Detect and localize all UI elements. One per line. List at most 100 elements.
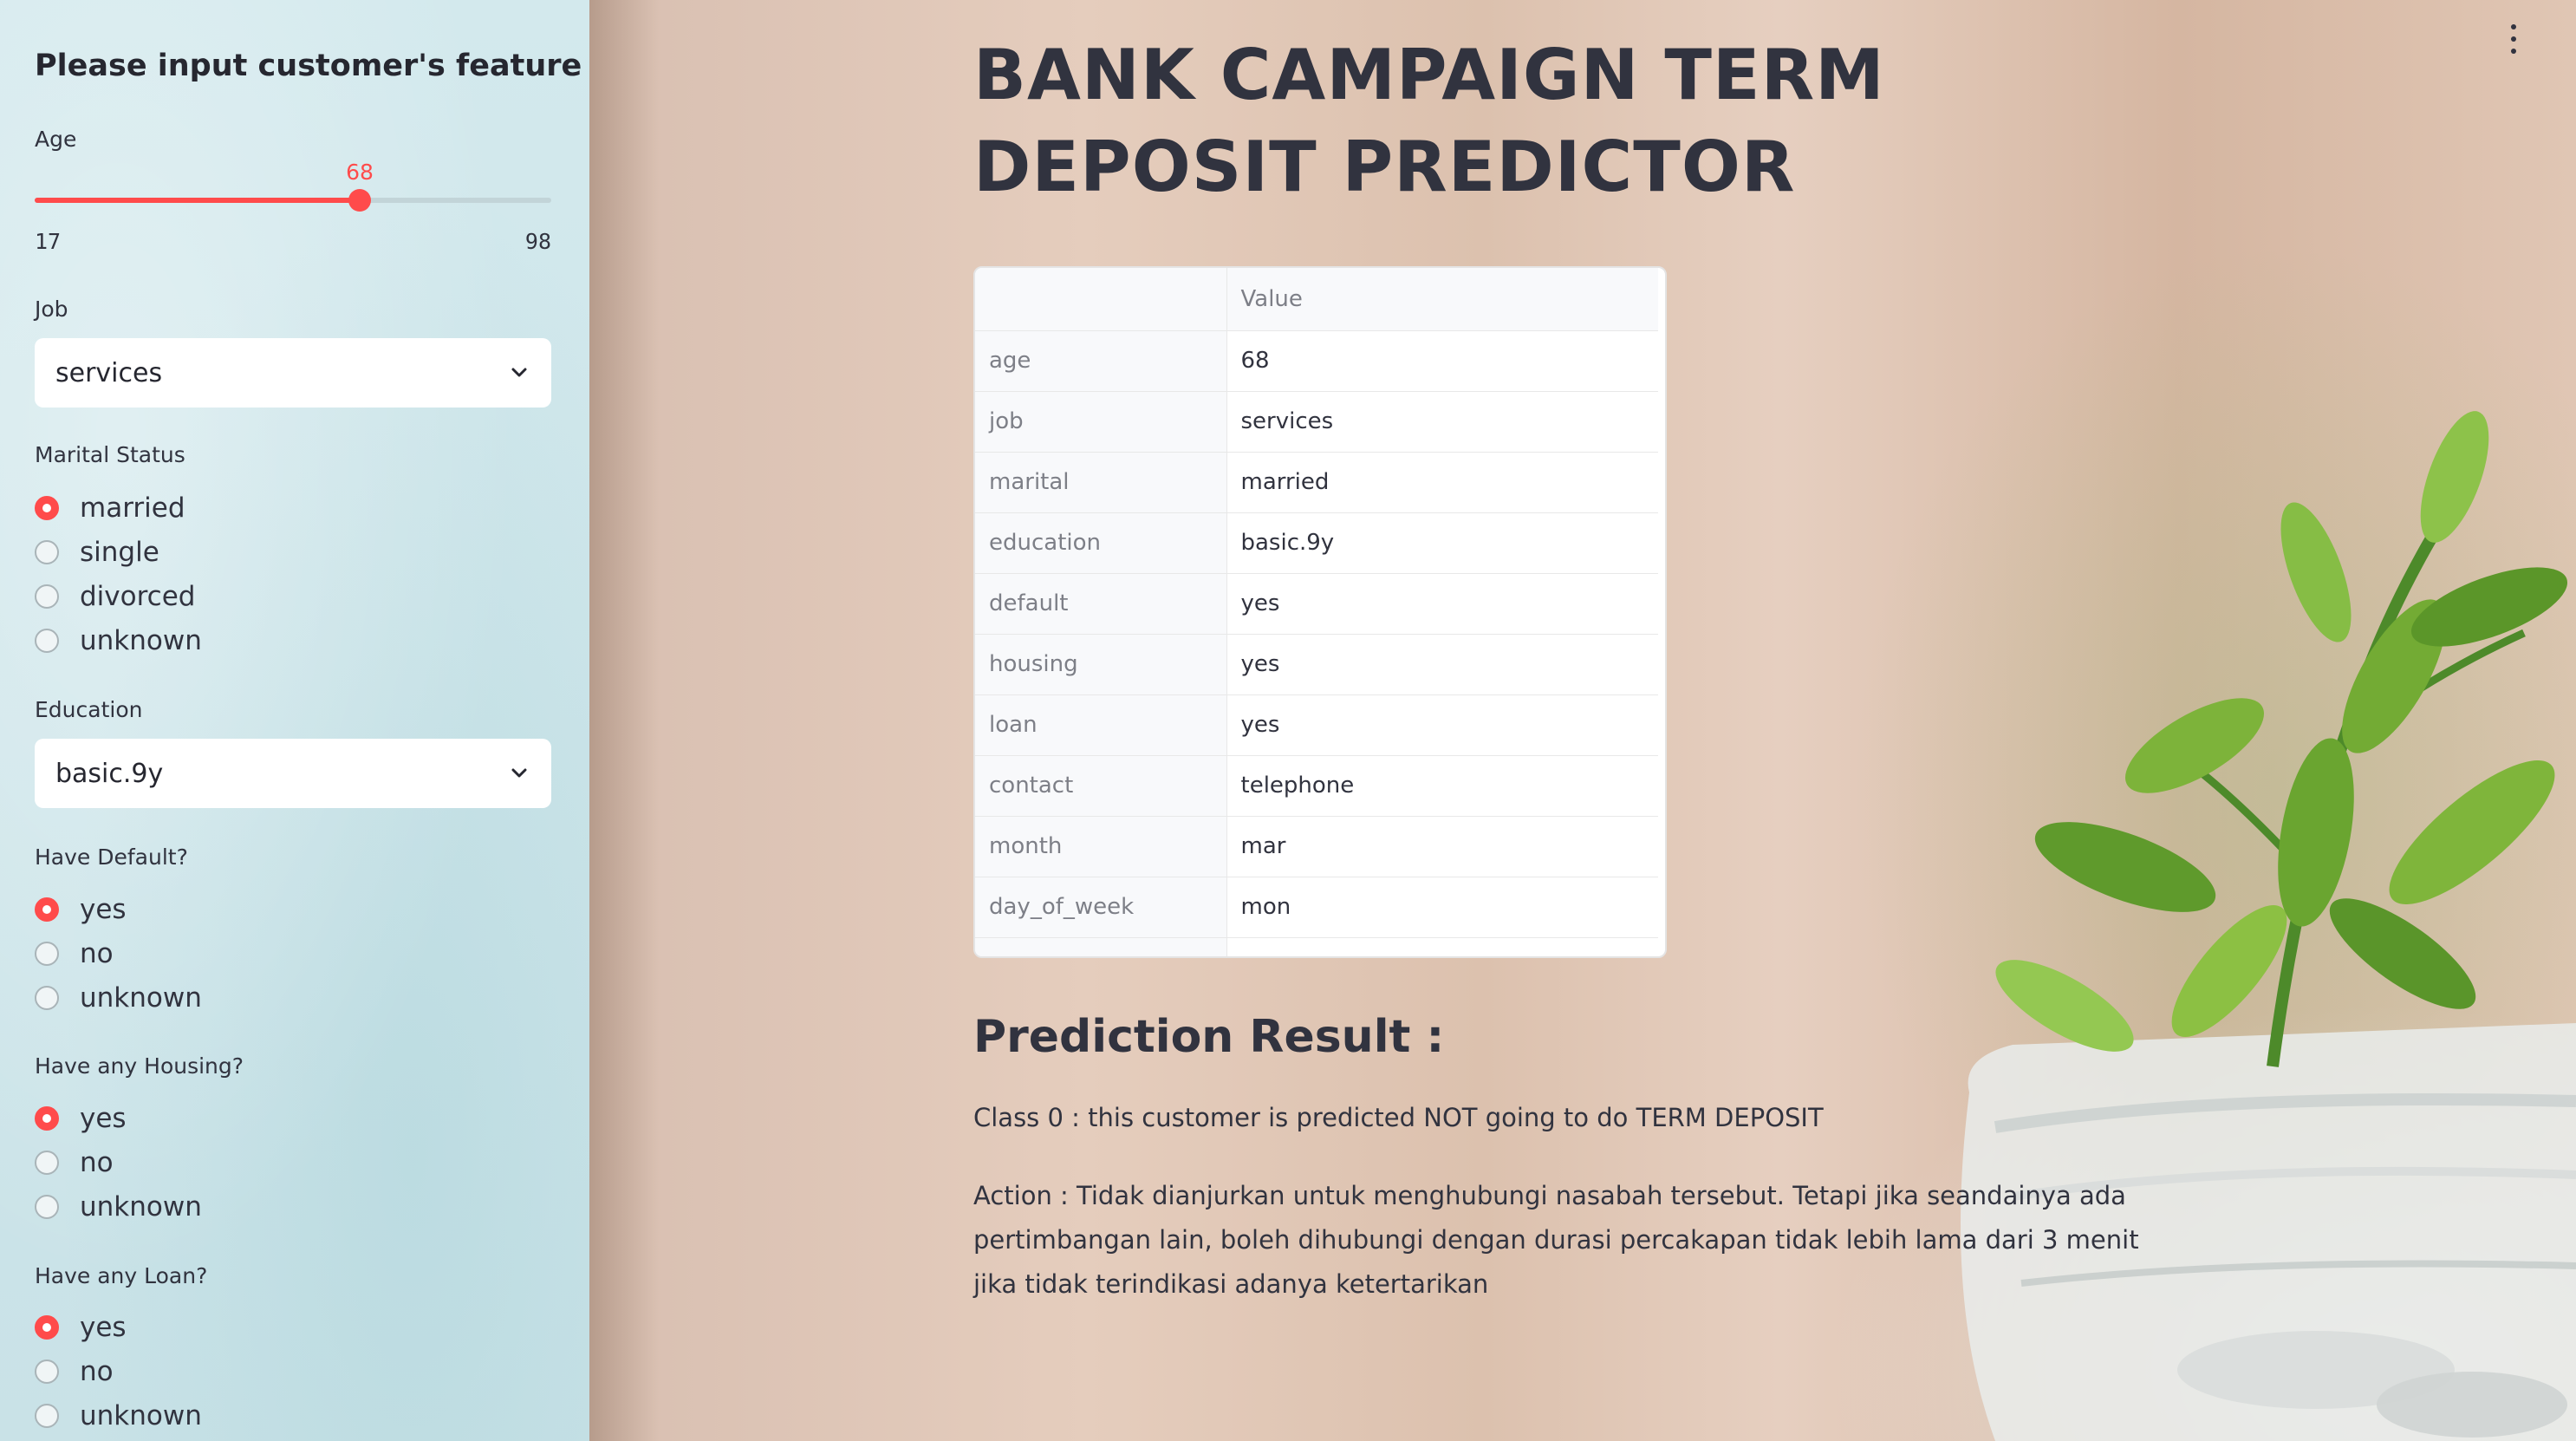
radio-button-icon[interactable] xyxy=(35,1314,59,1340)
radio-button-icon[interactable] xyxy=(35,897,59,922)
age-slider-min: 17 xyxy=(35,229,62,254)
radio-button-icon[interactable] xyxy=(35,985,59,1010)
default-option-label: no xyxy=(80,937,114,969)
table-cell-value: yes xyxy=(1226,694,1658,756)
marital-option-married[interactable]: married xyxy=(35,486,202,530)
table-row: month mar xyxy=(975,816,1658,877)
table-cell-index: marital xyxy=(975,452,1227,513)
default-option-yes[interactable]: yes xyxy=(35,887,202,931)
table-header-value: Value xyxy=(1226,268,1658,331)
loan-option-label: yes xyxy=(80,1311,127,1343)
marital-radio-group: married single divorced unknown xyxy=(35,486,202,662)
table-cell-index xyxy=(975,937,1227,956)
page-title: BANK CAMPAIGN TERM DEPOSIT PREDICTOR xyxy=(973,35,1885,207)
education-label: Education xyxy=(35,697,143,722)
radio-button-icon[interactable] xyxy=(35,539,59,564)
sidebar: Please input customer's feature Age 68 1… xyxy=(0,0,589,1441)
table-cell-index: default xyxy=(975,573,1227,635)
radio-button-icon[interactable] xyxy=(35,1150,59,1175)
education-select-value: basic.9y xyxy=(55,758,164,789)
table-row xyxy=(975,937,1658,956)
table-cell-value: telephone xyxy=(1226,755,1658,817)
loan-option-no[interactable]: no xyxy=(35,1349,202,1393)
table-cell-index: education xyxy=(975,512,1227,574)
default-option-unknown[interactable]: unknown xyxy=(35,975,202,1020)
age-slider-track[interactable] xyxy=(35,198,551,203)
table-cell-value: yes xyxy=(1226,634,1658,695)
loan-option-label: unknown xyxy=(80,1399,202,1431)
radio-button-icon[interactable] xyxy=(35,1105,59,1131)
table-cell-value: 68 xyxy=(1226,330,1658,392)
marital-option-divorced[interactable]: divorced xyxy=(35,574,202,618)
housing-label: Have any Housing? xyxy=(35,1053,244,1079)
radio-button-icon[interactable] xyxy=(35,628,59,653)
table-row: job services xyxy=(975,391,1658,453)
table-cell-index: age xyxy=(975,330,1227,392)
table-header-row: Value xyxy=(975,268,1658,331)
housing-option-label: unknown xyxy=(80,1190,202,1223)
age-slider-thumb[interactable] xyxy=(348,189,371,212)
radio-button-icon[interactable] xyxy=(35,1403,59,1428)
marital-option-single[interactable]: single xyxy=(35,530,202,574)
table-cell-index: loan xyxy=(975,694,1227,756)
table-row: contact telephone xyxy=(975,755,1658,817)
age-label: Age xyxy=(35,127,77,152)
loan-radio-group: yes no unknown xyxy=(35,1305,202,1438)
housing-option-label: no xyxy=(80,1146,114,1178)
more-options-icon[interactable] xyxy=(2503,24,2524,54)
table-header-index xyxy=(975,268,1227,331)
radio-button-icon[interactable] xyxy=(35,495,59,520)
default-option-label: unknown xyxy=(80,981,202,1014)
table-cell-value: services xyxy=(1226,391,1658,453)
loan-option-unknown[interactable]: unknown xyxy=(35,1393,202,1438)
age-slider[interactable]: 68 17 98 xyxy=(35,156,551,260)
loan-option-yes[interactable]: yes xyxy=(35,1305,202,1349)
marital-option-label: unknown xyxy=(80,624,202,656)
education-select[interactable]: basic.9y xyxy=(35,739,551,808)
table-row: loan yes xyxy=(975,694,1658,756)
loan-label: Have any Loan? xyxy=(35,1263,208,1288)
radio-button-icon[interactable] xyxy=(35,584,59,609)
loan-option-label: no xyxy=(80,1355,114,1387)
default-option-no[interactable]: no xyxy=(35,931,202,975)
marital-option-label: single xyxy=(80,536,159,568)
table-row: age 68 xyxy=(975,330,1658,392)
housing-option-label: yes xyxy=(80,1102,127,1134)
table-cell-value: basic.9y xyxy=(1226,512,1658,574)
marital-option-unknown[interactable]: unknown xyxy=(35,618,202,662)
age-slider-fill xyxy=(35,198,360,203)
chevron-down-icon xyxy=(508,362,530,384)
table-cell-index: contact xyxy=(975,755,1227,817)
table-cell-value: yes xyxy=(1226,573,1658,635)
marital-label: Marital Status xyxy=(35,442,185,467)
table-cell-value xyxy=(1226,937,1658,956)
default-label: Have Default? xyxy=(35,844,188,870)
age-slider-value: 68 xyxy=(346,160,374,185)
table-row: housing yes xyxy=(975,634,1658,695)
housing-option-no[interactable]: no xyxy=(35,1140,202,1184)
housing-option-unknown[interactable]: unknown xyxy=(35,1184,202,1229)
age-slider-max: 98 xyxy=(524,229,551,254)
table-cell-index: day_of_week xyxy=(975,877,1227,938)
table-row: default yes xyxy=(975,573,1658,635)
job-select-value: services xyxy=(55,357,163,388)
housing-radio-group: yes no unknown xyxy=(35,1096,202,1229)
radio-button-icon[interactable] xyxy=(35,1194,59,1219)
prediction-result-title: Prediction Result : xyxy=(973,1011,1445,1063)
job-select[interactable]: services xyxy=(35,338,551,408)
table-cell-index: month xyxy=(975,816,1227,877)
job-label: Job xyxy=(35,297,68,322)
prediction-class-text: Class 0 : this customer is predicted NOT… xyxy=(973,1103,1824,1132)
marital-option-label: married xyxy=(80,492,185,524)
default-option-label: yes xyxy=(80,893,127,925)
housing-option-yes[interactable]: yes xyxy=(35,1096,202,1140)
sidebar-title: Please input customer's feature xyxy=(35,49,582,83)
table-cell-index: job xyxy=(975,391,1227,453)
radio-button-icon[interactable] xyxy=(35,941,59,966)
table-row: marital married xyxy=(975,452,1658,513)
radio-button-icon[interactable] xyxy=(35,1359,59,1384)
features-table: Value age 68 job services marital married educ… xyxy=(973,266,1667,958)
table-cell-index: housing xyxy=(975,634,1227,695)
table-cell-value: married xyxy=(1226,452,1658,513)
main-area: BANK CAMPAIGN TERM DEPOSIT PREDICTOR Val… xyxy=(589,0,2576,1441)
